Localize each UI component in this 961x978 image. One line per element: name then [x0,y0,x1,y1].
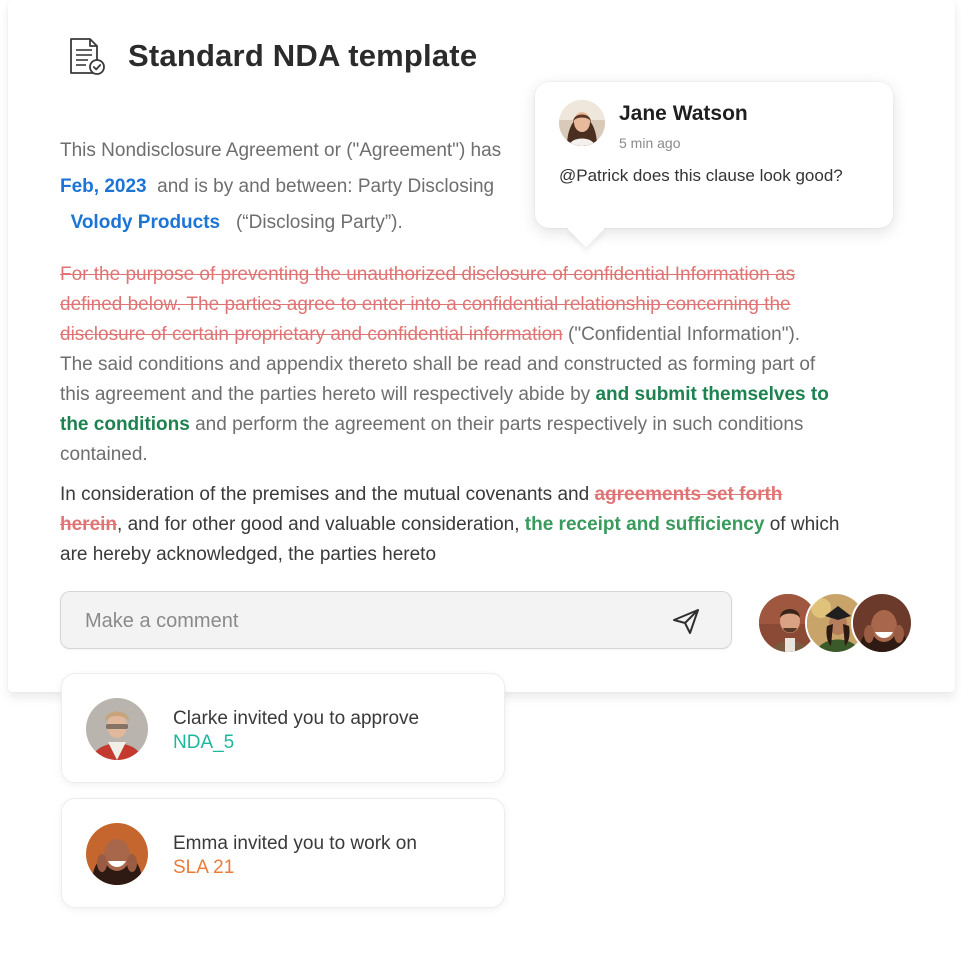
notification-text: Emma invited you to work on [173,833,417,854]
body-text: The said conditions and appendix thereto… [60,354,816,375]
deleted-text: herein [60,514,118,535]
user-photo-icon [559,100,605,146]
avatar [86,698,148,760]
inserted-text: and submit themselves to [595,384,829,405]
intro-text: This Nondisclosure Agreement or ("Agreem… [60,140,502,161]
clause-paragraph-2: In consideration of the premises and the… [60,480,920,570]
avatar[interactable] [851,592,913,654]
collaborator-avatars [757,592,917,658]
comment-author: Jane Watson [619,102,748,125]
body-text: contained. [60,444,148,465]
user-photo-icon [853,594,911,652]
inserted-text: the conditions [60,414,190,435]
user-photo-icon [86,823,148,885]
notification-card[interactable]: Emma invited you to work on SLA 21 [61,798,505,908]
deleted-text: agreements set forth [594,484,783,505]
deleted-text: disclosure of certain proprietary and co… [60,324,563,345]
comment-popover: Jane Watson 5 min ago @Patrick does this… [535,82,893,228]
comment-timestamp: 5 min ago [619,135,681,151]
clause-paragraph-1: For the purpose of preventing the unauth… [60,260,920,470]
agreement-date[interactable]: Feb, 2023 [60,176,147,197]
body-text: ("Confidential Information"). [562,324,801,345]
notification-text: Clarke invited you to approve [173,708,420,729]
page-title: Standard NDA template [128,38,478,73]
comment-box [60,591,732,649]
intro-line-1: This Nondisclosure Agreement or ("Agreem… [60,140,501,162]
avatar[interactable] [559,100,605,146]
comment-text: @Patrick does this clause look good? [559,166,843,185]
body-text: of which [764,514,840,535]
body-text: , and for other good and valuable consid… [117,514,525,535]
document-check-icon [70,38,105,75]
intro-line-2: Feb, 2023 and is by and between: Party D… [60,176,494,198]
avatar [86,823,148,885]
disclosing-party-name[interactable]: Volody Products [71,212,221,233]
send-icon[interactable] [671,606,701,636]
deleted-text: For the purpose of preventing the unauth… [60,264,796,285]
document-link[interactable]: SLA 21 [173,857,234,879]
body-text: and perform the agreement on their parts… [189,414,804,435]
body-text: are hereby acknowledged, the parties her… [60,544,437,565]
inserted-text: the receipt and sufficiency [524,514,765,535]
intro-text: and is by and between: Party Disclosing [157,176,495,197]
body-text: In consideration of the premises and the… [60,484,595,505]
document-link[interactable]: NDA_5 [173,732,234,754]
user-photo-icon [86,698,148,760]
intro-text: (“Disclosing Party”). [235,212,403,233]
intro-line-3: Volody Products (“Disclosing Party”). [60,212,403,234]
notification-card[interactable]: Clarke invited you to approve NDA_5 [61,673,505,783]
body-text: this agreement and the parties hereto wi… [60,384,596,405]
deleted-text: defined below. The parties agree to ente… [60,294,791,315]
comment-input[interactable] [85,606,645,636]
